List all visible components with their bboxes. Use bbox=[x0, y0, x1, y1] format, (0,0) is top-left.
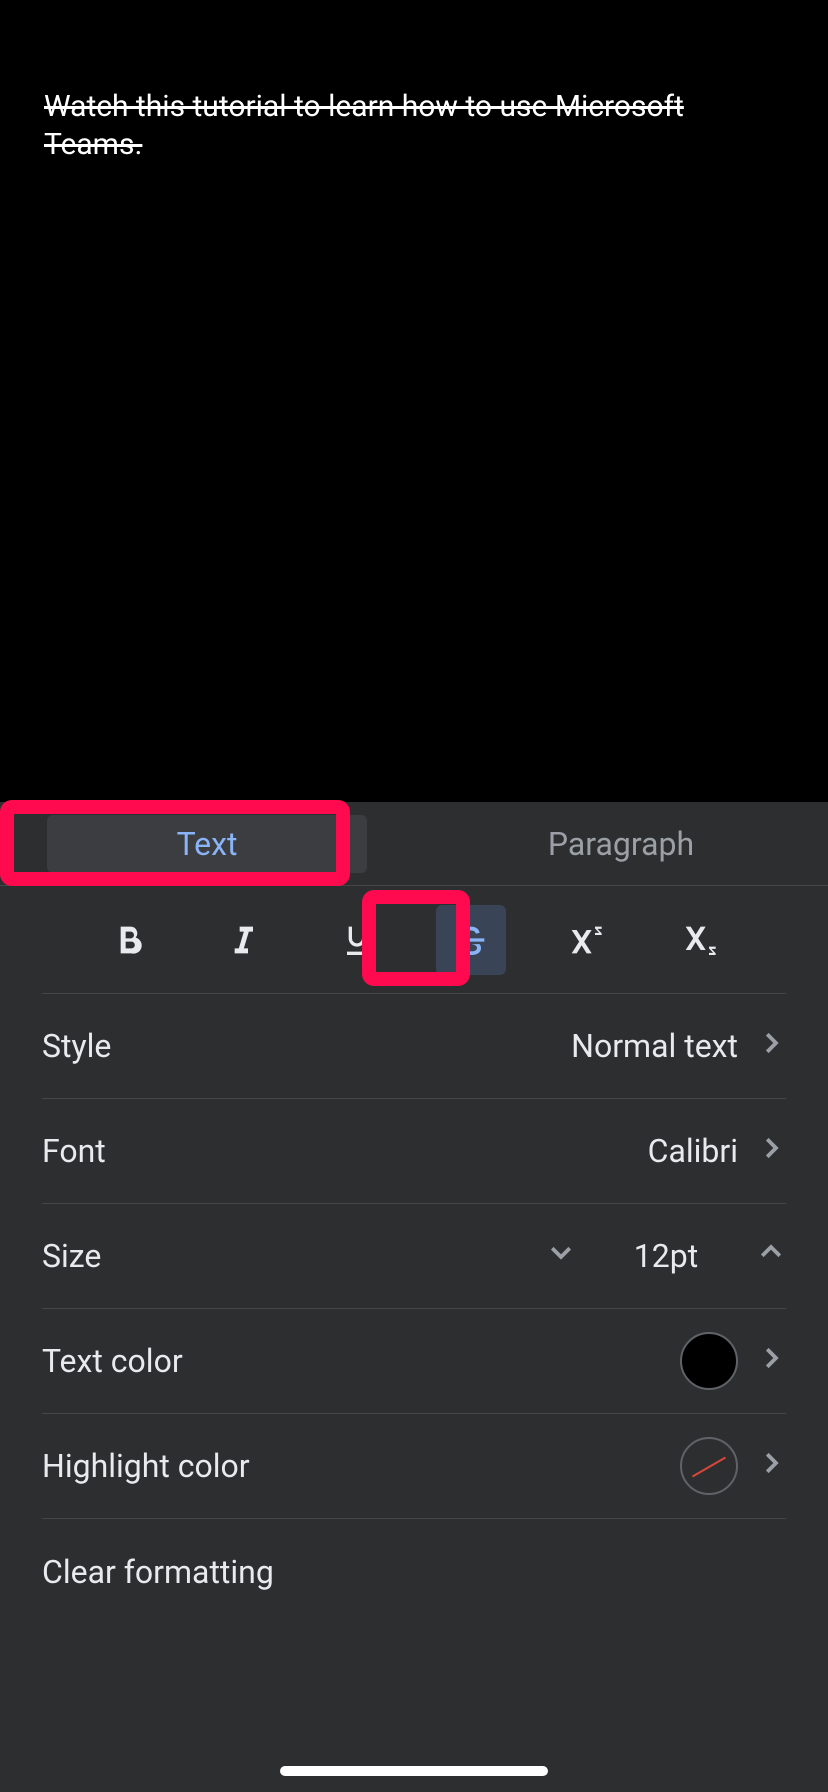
chevron-right-icon bbox=[756, 1445, 786, 1487]
chevron-right-icon bbox=[756, 1025, 786, 1067]
clear-formatting-row[interactable]: Clear formatting bbox=[42, 1519, 786, 1624]
text-color-row[interactable]: Text color bbox=[42, 1309, 786, 1414]
format-buttons-row bbox=[42, 886, 786, 994]
tab-paragraph-label: Paragraph bbox=[548, 825, 694, 863]
subscript-icon bbox=[679, 920, 719, 960]
font-value: Calibri bbox=[648, 1132, 738, 1170]
bold-button[interactable] bbox=[94, 905, 164, 975]
home-indicator bbox=[280, 1766, 548, 1776]
size-increase-button[interactable] bbox=[756, 1237, 786, 1275]
superscript-icon bbox=[565, 920, 605, 960]
font-row[interactable]: Font Calibri bbox=[42, 1099, 786, 1204]
subscript-button[interactable] bbox=[664, 905, 734, 975]
panel-tabs: Text Paragraph bbox=[0, 802, 828, 886]
size-decrease-button[interactable] bbox=[546, 1237, 576, 1275]
highlight-color-row[interactable]: Highlight color bbox=[42, 1414, 786, 1519]
font-label: Font bbox=[42, 1132, 106, 1170]
size-value: 12pt bbox=[626, 1237, 706, 1275]
text-color-label: Text color bbox=[42, 1342, 183, 1380]
text-color-swatch bbox=[680, 1332, 738, 1390]
tab-text-label: Text bbox=[47, 815, 367, 873]
style-row[interactable]: Style Normal text bbox=[42, 994, 786, 1099]
underline-icon bbox=[337, 920, 377, 960]
style-label: Style bbox=[42, 1027, 111, 1065]
tab-paragraph[interactable]: Paragraph bbox=[414, 802, 828, 885]
tab-text[interactable]: Text bbox=[0, 802, 414, 885]
italic-button[interactable] bbox=[208, 905, 278, 975]
size-label: Size bbox=[42, 1237, 101, 1275]
strikethrough-icon bbox=[451, 920, 491, 960]
clear-formatting-label: Clear formatting bbox=[42, 1553, 274, 1591]
chevron-up-icon bbox=[756, 1237, 786, 1267]
document-area[interactable]: Watch this tutorial to learn how to use … bbox=[0, 0, 828, 802]
bold-icon bbox=[109, 920, 149, 960]
strikethrough-button[interactable] bbox=[436, 905, 506, 975]
chevron-right-icon bbox=[756, 1340, 786, 1382]
superscript-button[interactable] bbox=[550, 905, 620, 975]
formatting-panel: Text Paragraph Style Normal text bbox=[0, 802, 828, 1792]
chevron-down-icon bbox=[546, 1237, 576, 1267]
highlight-color-label: Highlight color bbox=[42, 1447, 250, 1485]
chevron-right-icon bbox=[756, 1130, 786, 1172]
document-text[interactable]: Watch this tutorial to learn how to use … bbox=[44, 88, 784, 163]
underline-button[interactable] bbox=[322, 905, 392, 975]
highlight-color-swatch bbox=[680, 1437, 738, 1495]
italic-icon bbox=[223, 920, 263, 960]
size-row: Size 12pt bbox=[42, 1204, 786, 1309]
style-value: Normal text bbox=[571, 1027, 738, 1065]
